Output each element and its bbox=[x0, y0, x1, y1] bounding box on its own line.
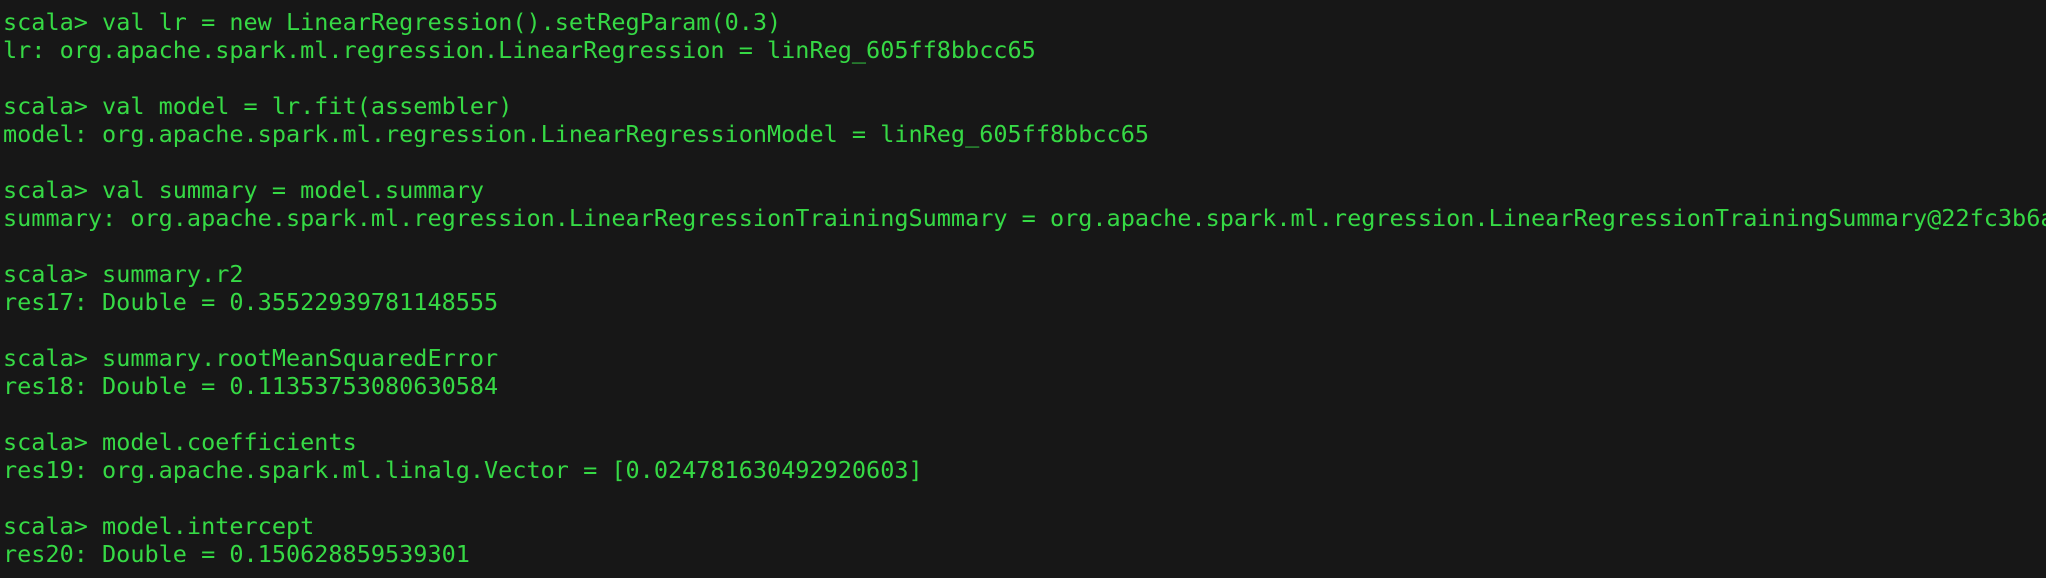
output-text: lr: org.apache.spark.ml.regression.Linea… bbox=[3, 36, 1036, 64]
output-line: res18: Double = 0.11353753080630584 bbox=[3, 372, 2046, 400]
command-line: scala> model.coefficients bbox=[3, 428, 2046, 456]
output-line: lr: org.apache.spark.ml.regression.Linea… bbox=[3, 36, 2046, 64]
scala-prompt: scala> bbox=[3, 344, 103, 372]
scala-prompt: scala> bbox=[3, 8, 103, 36]
command-text: val summary = model.summary bbox=[102, 176, 485, 204]
output-text: summary: org.apache.spark.ml.regression.… bbox=[3, 204, 2046, 232]
command-text: summary.r2 bbox=[102, 260, 244, 288]
scala-prompt: scala> bbox=[3, 92, 103, 120]
output-text: res18: Double = 0.11353753080630584 bbox=[3, 372, 499, 400]
output-line: res20: Double = 0.150628859539301 bbox=[3, 540, 2046, 568]
command-line: scala> val model = lr.fit(assembler) bbox=[3, 92, 2046, 120]
command-text: summary.rootMeanSquaredError bbox=[102, 344, 499, 372]
output-line: res17: Double = 0.35522939781148555 bbox=[3, 288, 2046, 316]
scala-prompt: scala> bbox=[3, 512, 103, 540]
command-text: val lr = new LinearRegression().setRegPa… bbox=[102, 8, 782, 36]
command-text: model.intercept bbox=[102, 512, 315, 540]
output-line: summary: org.apache.spark.ml.regression.… bbox=[3, 204, 2046, 232]
command-text: val model = lr.fit(assembler) bbox=[102, 92, 513, 120]
output-text: model: org.apache.spark.ml.regression.Li… bbox=[3, 120, 1150, 148]
scala-prompt: scala> bbox=[3, 428, 103, 456]
command-line: scala> summary.rootMeanSquaredError bbox=[3, 344, 2046, 372]
command-line: scala> model.intercept bbox=[3, 512, 2046, 540]
output-line: model: org.apache.spark.ml.regression.Li… bbox=[3, 120, 2046, 148]
command-text: model.coefficients bbox=[102, 428, 357, 456]
output-line: res19: org.apache.spark.ml.linalg.Vector… bbox=[3, 456, 2046, 484]
command-line: scala> summary.r2 bbox=[3, 260, 2046, 288]
output-text: res17: Double = 0.35522939781148555 bbox=[3, 288, 499, 316]
terminal-window[interactable]: scala> val lr = new LinearRegression().s… bbox=[0, 0, 2046, 578]
command-line: scala> val summary = model.summary bbox=[3, 176, 2046, 204]
scala-prompt: scala> bbox=[3, 176, 103, 204]
output-text: res19: org.apache.spark.ml.linalg.Vector… bbox=[3, 456, 923, 484]
output-text: res20: Double = 0.150628859539301 bbox=[3, 540, 470, 568]
scala-prompt: scala> bbox=[3, 260, 103, 288]
command-line: scala> val lr = new LinearRegression().s… bbox=[3, 8, 2046, 36]
